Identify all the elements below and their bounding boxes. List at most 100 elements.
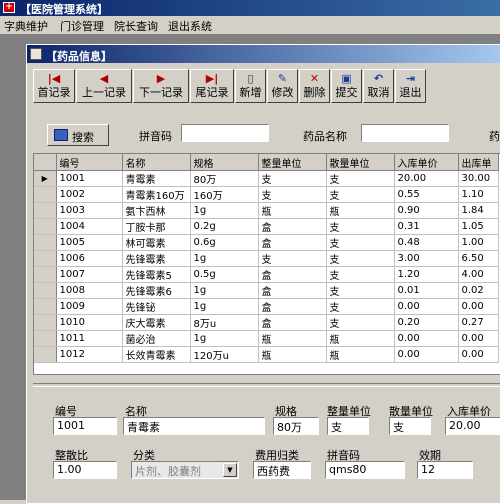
cell[interactable]: 1011 (56, 330, 123, 347)
col-header-subunit[interactable]: 散量单位 (326, 154, 395, 171)
cell[interactable]: 0.31 (394, 218, 459, 235)
cell[interactable]: 0.48 (394, 234, 459, 251)
menu-outpatient[interactable]: 门诊管理 (60, 18, 104, 34)
cell[interactable]: 瓶 (326, 330, 395, 347)
menu-director-query[interactable]: 院长查询 (114, 18, 158, 34)
cell[interactable]: 庆大霉素 (122, 314, 191, 331)
validity-field[interactable]: 12 (417, 461, 473, 479)
cell[interactable]: 支 (326, 282, 395, 299)
col-header-name[interactable]: 名称 (122, 154, 191, 171)
cell[interactable]: 支 (326, 266, 395, 283)
cell[interactable]: 支 (326, 314, 395, 331)
cell[interactable]: 1g (190, 250, 259, 267)
cell[interactable]: 瓶 (326, 202, 395, 219)
cell[interactable]: 1009 (56, 298, 123, 315)
table-row[interactable]: 1002 青霉素160万 160万支支 0.55 1.10 (34, 186, 499, 203)
prev-record-button[interactable]: ◀ 上一记录 (76, 69, 132, 103)
table-row[interactable]: 1003 氨卞西林 1g 瓶瓶 0.90 1.84 (34, 202, 499, 219)
cell[interactable]: 盒 (258, 298, 327, 315)
cell[interactable]: 支 (326, 298, 395, 315)
cell[interactable]: 1.20 (394, 266, 459, 283)
cell[interactable]: 支 (326, 186, 395, 203)
table-row[interactable]: 1008 先锋霉素6 1g 盒支 0.01 0.02 (34, 282, 499, 299)
table-row[interactable]: ▶ 1001 青霉素 80万支支 20.00 30.00 (34, 170, 499, 187)
cell[interactable]: 0.20 (394, 314, 459, 331)
cell[interactable]: 瓶 (258, 346, 327, 363)
cell[interactable]: 80万 (190, 170, 259, 187)
cell[interactable]: 1007 (56, 266, 123, 283)
cell[interactable]: 0.01 (394, 282, 459, 299)
cell[interactable]: 1012 (56, 346, 123, 363)
cell[interactable]: 丁胺卡那 (122, 218, 191, 235)
cell[interactable]: 支 (326, 218, 395, 235)
cell[interactable]: 先锋霉素 (122, 250, 191, 267)
cell[interactable]: 0.6g (190, 234, 259, 251)
cell[interactable]: 0.2g (190, 218, 259, 235)
cell[interactable]: 1010 (56, 314, 123, 331)
cell[interactable]: 林可霉素 (122, 234, 191, 251)
cell[interactable]: 1.00 (458, 234, 499, 251)
cell[interactable]: 支 (258, 250, 327, 267)
cell[interactable]: 120万u (190, 346, 259, 363)
cell[interactable]: 1g (190, 330, 259, 347)
cell[interactable]: 支 (326, 250, 395, 267)
table-row[interactable]: 1010 庆大霉素 8万u 盒支 0.20 0.27 (34, 314, 499, 331)
cell[interactable]: 0.00 (458, 298, 499, 315)
cell[interactable]: 支 (326, 170, 395, 187)
cell[interactable]: 1.05 (458, 218, 499, 235)
cell[interactable]: 0.00 (394, 330, 459, 347)
cell[interactable]: 盒 (258, 314, 327, 331)
cell[interactable]: 0.90 (394, 202, 459, 219)
cell[interactable]: 先锋霉素6 (122, 282, 191, 299)
ratio-field[interactable]: 1.00 (53, 461, 117, 479)
cell[interactable]: 盒 (258, 234, 327, 251)
cell[interactable]: 1g (190, 298, 259, 315)
table-row[interactable]: 1011 菌必治 1g 瓶瓶 0.00 0.00 (34, 330, 499, 347)
cell[interactable]: 1g (190, 282, 259, 299)
cell[interactable]: 30.00 (458, 170, 499, 187)
spec-field[interactable]: 80万 (273, 417, 319, 435)
cell[interactable]: 1001 (56, 170, 123, 187)
cell[interactable]: 盒 (258, 282, 327, 299)
cell[interactable]: 4.00 (458, 266, 499, 283)
inprice-field[interactable]: 20.00 (445, 417, 500, 435)
cell[interactable]: 1g (190, 202, 259, 219)
exit-button[interactable]: ⇥ 退出 (395, 69, 426, 103)
col-header-outprice[interactable]: 出库单 (458, 154, 499, 171)
cell[interactable]: 0.5g (190, 266, 259, 283)
cell[interactable]: 1008 (56, 282, 123, 299)
cell[interactable]: 氨卞西林 (122, 202, 191, 219)
table-row[interactable]: 1012 长效青霉素 120万u 瓶瓶 0.00 0.00 (34, 346, 499, 363)
col-header-inprice[interactable]: 入库单价 (394, 154, 459, 171)
drugname-search-input[interactable] (361, 124, 449, 142)
col-header-code[interactable]: 编号 (56, 154, 123, 171)
cell[interactable]: 青霉素160万 (122, 186, 191, 203)
cell[interactable]: 瓶 (326, 346, 395, 363)
cell[interactable]: 菌必治 (122, 330, 191, 347)
new-button[interactable]: ▯ 新增 (235, 69, 266, 103)
cell[interactable]: 20.00 (394, 170, 459, 187)
cell[interactable]: 盒 (258, 218, 327, 235)
cell[interactable]: 0.27 (458, 314, 499, 331)
col-header-spec[interactable]: 规格 (190, 154, 259, 171)
cancel-button[interactable]: ↶ 取消 (363, 69, 394, 103)
cell[interactable]: 1006 (56, 250, 123, 267)
cell[interactable]: 青霉素 (122, 170, 191, 187)
search-button[interactable]: 搜索 (47, 124, 109, 146)
table-row[interactable]: 1005 林可霉素 0.6g 盒支 0.48 1.00 (34, 234, 499, 251)
edit-button[interactable]: ✎ 修改 (267, 69, 298, 103)
cell[interactable]: 支 (258, 186, 327, 203)
cell[interactable]: 0.00 (458, 346, 499, 363)
cell[interactable]: 0.00 (458, 330, 499, 347)
cell[interactable]: 160万 (190, 186, 259, 203)
cell[interactable]: 瓶 (258, 202, 327, 219)
cell[interactable]: 长效青霉素 (122, 346, 191, 363)
cell[interactable]: 0.00 (394, 346, 459, 363)
first-record-button[interactable]: |◀ 首记录 (33, 69, 75, 103)
cell[interactable]: 0.02 (458, 282, 499, 299)
cell[interactable]: 支 (258, 170, 327, 187)
cell[interactable]: 1005 (56, 234, 123, 251)
cell[interactable]: 1003 (56, 202, 123, 219)
next-record-button[interactable]: ▶ 下一记录 (133, 69, 189, 103)
delete-button[interactable]: ✕ 删除 (299, 69, 330, 103)
